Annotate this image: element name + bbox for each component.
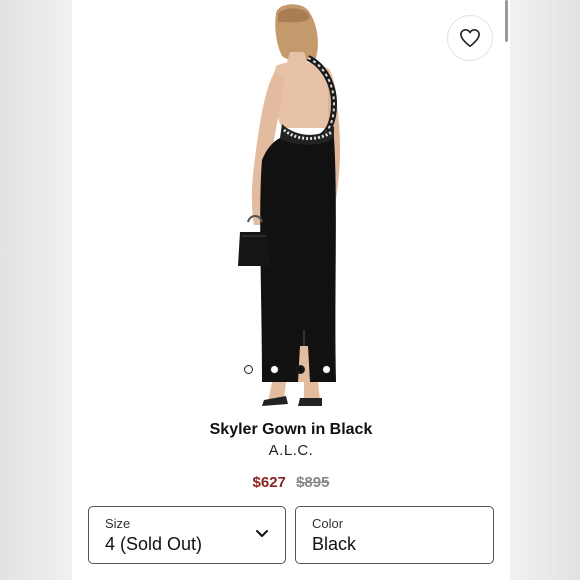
gallery-dot-active[interactable] — [296, 365, 305, 374]
background-left — [0, 0, 72, 580]
size-select[interactable]: Size 4 (Sold Out) — [88, 506, 286, 564]
size-label: Size — [105, 516, 131, 531]
gallery-pagination — [244, 365, 331, 374]
gallery-dot[interactable] — [244, 365, 253, 374]
product-title: Skyler Gown in Black — [209, 421, 373, 438]
background-right — [510, 0, 580, 580]
color-label: Color — [312, 516, 344, 531]
product-brand[interactable]: A.L.C. — [72, 442, 510, 459]
original-price: $895 — [296, 474, 330, 491]
color-select[interactable]: Color Black — [295, 506, 494, 564]
product-screen: Skyler Gown in Black A.L.C. $627 $895 Si… — [72, 0, 510, 580]
model-figure — [238, 4, 340, 406]
color-value: Black — [312, 534, 357, 554]
favorite-button[interactable] — [447, 15, 493, 61]
heart-icon — [460, 29, 480, 47]
gallery-dot[interactable] — [322, 365, 331, 374]
price-row: $627 $895 — [72, 474, 510, 491]
chevron-down-icon — [256, 530, 268, 537]
sale-price: $627 — [252, 474, 286, 491]
gallery-dot[interactable] — [270, 365, 279, 374]
size-value: 4 (Sold Out) — [105, 534, 203, 554]
product-image[interactable] — [72, 0, 510, 410]
